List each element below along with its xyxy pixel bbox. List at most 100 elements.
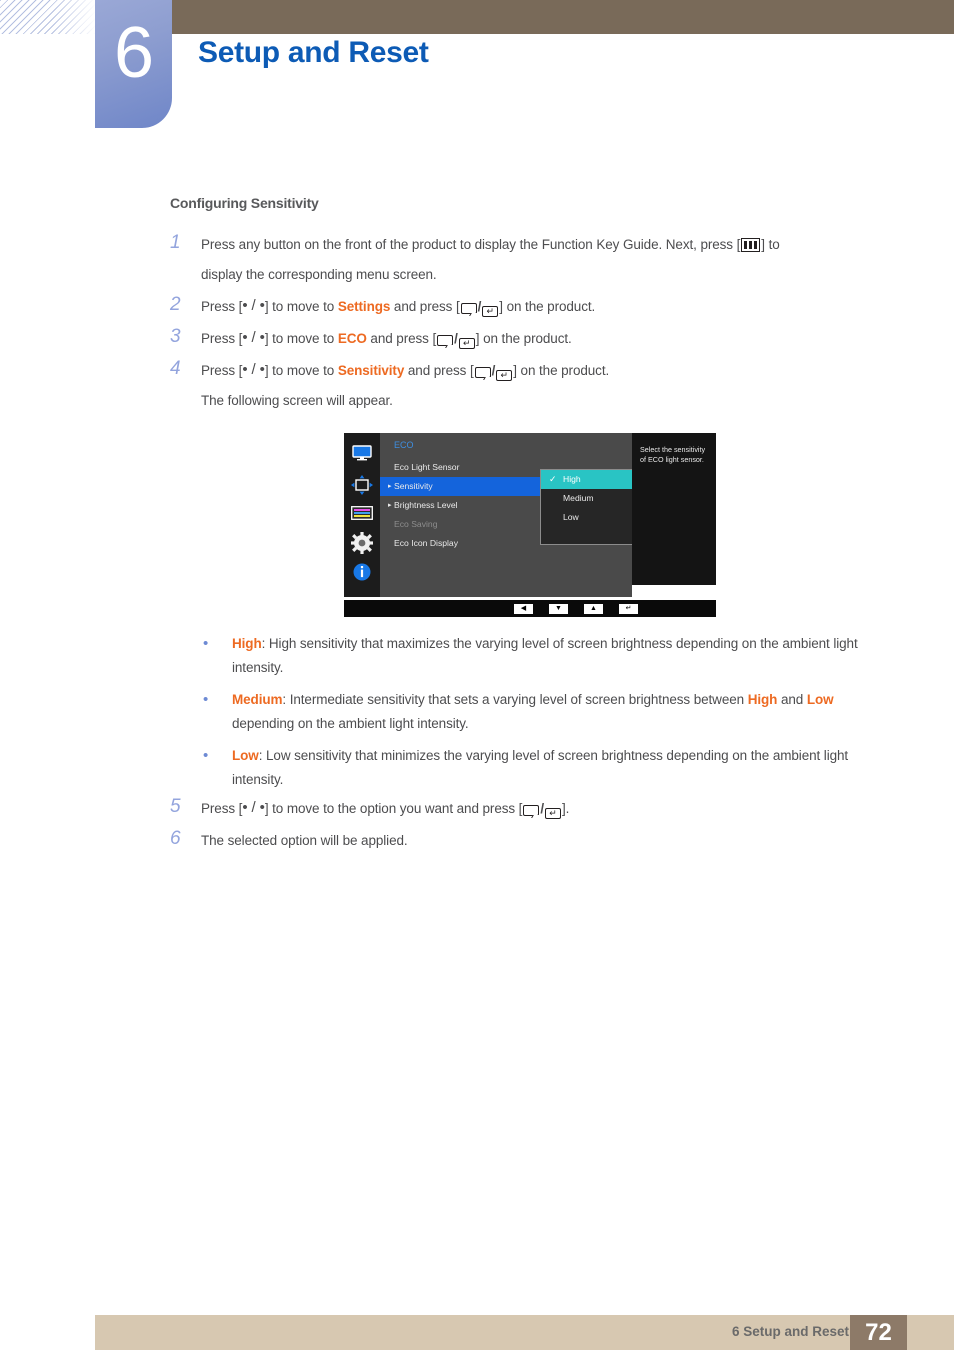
step-item: 5 Press [• / •] to move to the option yo…: [170, 796, 890, 821]
section-heading: Configuring Sensitivity: [170, 195, 319, 211]
step-text: Press any button on the front of the pro…: [201, 232, 890, 287]
bullet-desc-3: depending on the ambient light intensity…: [232, 716, 469, 731]
osd-menu-panel: ECO Eco Light Sensor ▸ Sensitivity ▸ Bri…: [380, 433, 662, 597]
osd-screenshot: ECO Eco Light Sensor ▸ Sensitivity ▸ Bri…: [344, 433, 716, 617]
term-high: High: [232, 636, 262, 651]
step-item: 3 Press [• / •] to move to ECO and press…: [170, 326, 890, 351]
enter-key-icon: ↵: [458, 338, 475, 349]
enter-key-icon: ↵: [496, 370, 513, 381]
bullet-text: Medium: Intermediate sensitivity that se…: [232, 688, 898, 736]
step2-p3: and press [: [390, 299, 460, 314]
back-key-icon: [523, 805, 540, 816]
list-item: • High: High sensitivity that maximizes …: [198, 632, 898, 680]
menu-term-eco: ECO: [337, 331, 367, 346]
dot-keys: • / •: [242, 297, 265, 314]
back-key-icon: [437, 335, 454, 346]
dot-keys: • / •: [242, 799, 265, 816]
step-text: Press [• / •] to move to the option you …: [201, 799, 570, 819]
step4-p3: and press [: [404, 363, 474, 378]
bullet-desc: : Low sensitivity that minimizes the var…: [232, 748, 849, 787]
step-number: 6: [170, 828, 181, 849]
term-low-ref: Low: [806, 692, 834, 707]
chevron-right-icon: ▸: [388, 502, 392, 509]
step3-p2: ] to move to: [264, 331, 338, 346]
step-number: 3: [170, 326, 181, 347]
footer-label: 6 Setup and Reset: [731, 1324, 849, 1339]
step-text: The selected option will be applied.: [201, 833, 408, 848]
manual-page: 6 Setup and Reset Configuring Sensitivit…: [0, 0, 954, 1350]
step3-p4: ] on the product.: [475, 331, 572, 346]
bullet-text: High: High sensitivity that maximizes th…: [232, 632, 898, 680]
osd-item-label: Eco Icon Display: [394, 538, 459, 548]
back-key-icon: [474, 367, 491, 378]
menu-term-sensitivity: Sensitivity: [337, 363, 405, 378]
step-text: Press [• / •] to move to ECO and press […: [201, 329, 572, 349]
osd-menu-title: ECO: [394, 440, 414, 450]
osd-nav-left-button[interactable]: ◀: [514, 604, 533, 614]
step4-p2: ] to move to: [264, 363, 338, 378]
step4-p4: ] on the product.: [513, 363, 610, 378]
bullet-desc: : High sensitivity that maximizes the va…: [232, 636, 858, 675]
step5-p2: ] to move to the option you want and pre…: [264, 801, 523, 816]
step3-p1: Press [: [201, 331, 243, 346]
step4-p1: Press [: [201, 363, 243, 378]
osd-nav-up-button[interactable]: ▲: [584, 604, 603, 614]
osd-option-label: High: [563, 474, 581, 484]
bullet-icon: •: [203, 635, 209, 652]
step-item: 2 Press [• / •] to move to Settings and …: [170, 294, 890, 319]
check-icon: ✓: [549, 474, 557, 484]
osd-item-label: Eco Saving: [394, 519, 438, 529]
chapter-number: 6: [113, 13, 154, 93]
bullet-text: Low: Low sensitivity that minimizes the …: [232, 744, 898, 792]
step2-p1: Press [: [201, 299, 243, 314]
monitor-icon[interactable]: [344, 445, 380, 466]
osd-item-label: Eco Light Sensor: [394, 462, 460, 472]
osd-nav-down-button[interactable]: ▼: [549, 604, 568, 614]
step-number: 5: [170, 796, 181, 817]
step-number: 4: [170, 358, 181, 379]
decorative-hatch-fade: [0, 0, 96, 34]
steps-list-bottom: 5 Press [• / •] to move to the option yo…: [170, 796, 890, 860]
info-icon[interactable]: [344, 563, 380, 586]
step-text: Press [• / •] to move to Settings and pr…: [201, 297, 596, 317]
bullet-desc-2: and: [777, 692, 807, 707]
term-low: Low: [232, 748, 259, 763]
osd-option-label: Medium: [563, 493, 594, 503]
menu-term-settings: Settings: [337, 299, 391, 314]
enter-key-icon: ↵: [482, 306, 499, 317]
step-number: 1: [170, 232, 181, 253]
bullet-icon: •: [203, 691, 209, 708]
step-item: 6 The selected option will be applied.: [170, 828, 890, 853]
move-arrows-icon[interactable]: [344, 475, 380, 500]
color-bars-icon[interactable]: [344, 506, 380, 525]
back-key-icon: [460, 303, 477, 314]
option-descriptions: • High: High sensitivity that maximizes …: [198, 632, 898, 800]
osd-item-label: Brightness Level: [394, 500, 458, 510]
osd-help-text: Select the sensitivity of ECO light sens…: [640, 445, 706, 464]
step-text: Press [• / •] to move to Sensitivity and…: [201, 358, 890, 413]
dot-keys: • / •: [242, 329, 265, 346]
osd-nav-enter-button[interactable]: ↵: [619, 604, 638, 614]
chevron-right-icon: ▸: [388, 483, 392, 490]
term-medium: Medium: [232, 692, 283, 707]
step2-p2: ] to move to: [264, 299, 338, 314]
step3-p3: and press [: [366, 331, 437, 346]
step1-text-before: Press any button on the front of the pro…: [201, 237, 741, 252]
step-item: 1 Press any button on the front of the p…: [170, 232, 890, 287]
step5-p1: Press [: [201, 801, 243, 816]
step4-subtext: The following screen will appear.: [201, 393, 393, 408]
osd-help-panel: Select the sensitivity of ECO light sens…: [632, 433, 716, 585]
steps-list-top: 1 Press any button on the front of the p…: [170, 232, 890, 420]
osd-window: ECO Eco Light Sensor ▸ Sensitivity ▸ Bri…: [344, 433, 716, 597]
term-high-ref: High: [747, 692, 778, 707]
dot-keys: • / •: [242, 361, 265, 378]
step2-p4: ] on the product.: [499, 299, 596, 314]
menu-key-icon: [741, 238, 761, 252]
osd-option-label: Low: [563, 512, 579, 522]
page-title: Setup and Reset: [198, 36, 429, 69]
page-number: 72: [850, 1315, 907, 1350]
header-brown-bar: [172, 0, 954, 34]
step1-text-after: ] to: [761, 237, 780, 252]
osd-icon-sidebar: [344, 433, 380, 597]
gear-icon[interactable]: [344, 532, 380, 559]
